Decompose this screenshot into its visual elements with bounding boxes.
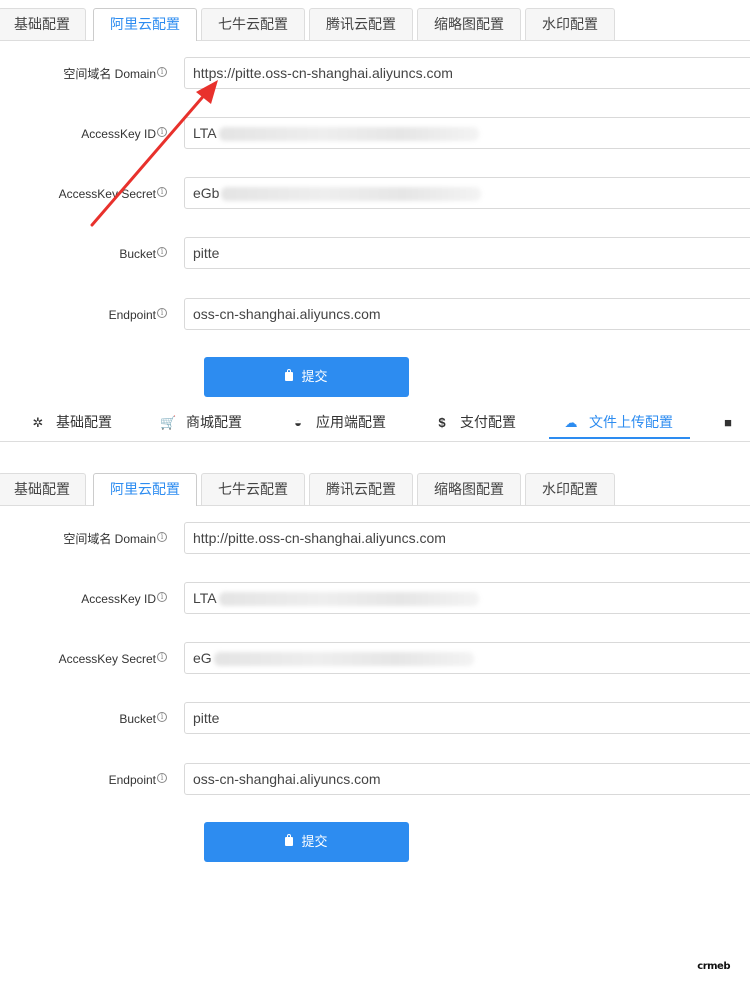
domain-row: 空间域名 Domain i http://pitte.oss-cn-shangh… [0, 522, 750, 554]
tab-qiniu-config[interactable]: 七牛云配置 [201, 473, 305, 505]
nav-file-upload-config[interactable]: ☁ 文件上传配置 [549, 405, 690, 439]
endpoint-row: Endpoint i oss-cn-shanghai.aliyuncs.com [0, 298, 750, 330]
redacted-blur [221, 187, 482, 202]
access-key-secret-label: AccessKey Secret [58, 187, 156, 201]
bucket-input[interactable]: pitte [184, 702, 750, 734]
redacted-blur [218, 127, 479, 142]
nav-mall-config[interactable]: 🛒 商城配置 [160, 405, 242, 439]
tab-basic-config[interactable]: 基础配置 [0, 8, 86, 40]
submit-label: 提交 [301, 369, 328, 384]
access-key-secret-input[interactable]: eG [184, 642, 750, 674]
domain-input[interactable]: https://pitte.oss-cn-shanghai.aliyuncs.c… [184, 57, 750, 89]
bucket-row: Bucket i pitte [0, 237, 750, 269]
endpoint-input[interactable]: oss-cn-shanghai.aliyuncs.com [184, 298, 750, 330]
access-key-secret-row: AccessKey Secret i eGb [0, 177, 750, 209]
nav-payment-config[interactable]: $ 支付配置 [434, 405, 516, 439]
tab-watermark-config[interactable]: 水印配置 [525, 473, 615, 505]
submit-button[interactable]: 提交 [204, 822, 409, 862]
endpoint-label: Endpoint [108, 308, 156, 322]
submit-label: 提交 [301, 834, 328, 849]
access-key-id-input[interactable]: LTA [184, 117, 750, 149]
info-icon[interactable]: i [157, 532, 167, 542]
nav-more-config[interactable]: ■ [720, 405, 746, 439]
nav-label: 文件上传配置 [589, 414, 673, 430]
endpoint-label: Endpoint [108, 773, 156, 787]
tab-thumbnail-config[interactable]: 缩略图配置 [417, 8, 521, 40]
access-key-id-value: LTA [193, 590, 217, 606]
nav-app-config[interactable]: ◒ 应用端配置 [290, 405, 386, 439]
top-config-panel: 基础配置 阿里云配置 七牛云配置 腾讯云配置 缩略图配置 水印配置 空间域名 D… [0, 0, 750, 400]
bucket-row: Bucket i pitte [0, 702, 750, 734]
lock-icon [285, 834, 294, 847]
dollar-icon: $ [438, 415, 446, 430]
access-key-id-value: LTA [193, 125, 217, 141]
gear-icon: ✲ [32, 415, 44, 430]
storage-tabs: 基础配置 阿里云配置 七牛云配置 腾讯云配置 缩略图配置 水印配置 [0, 8, 750, 41]
cloud-upload-icon: ☁ [564, 415, 578, 430]
crmeb-watermark: crmeb [697, 961, 730, 972]
bottom-config-panel: 基础配置 阿里云配置 七牛云配置 腾讯云配置 缩略图配置 水印配置 空间域名 D… [0, 465, 750, 885]
endpoint-row: Endpoint i oss-cn-shanghai.aliyuncs.com [0, 763, 750, 795]
bucket-input[interactable]: pitte [184, 237, 750, 269]
nav-basic-config[interactable]: ✲ 基础配置 [30, 405, 112, 439]
access-key-secret-row: AccessKey Secret i eG [0, 642, 750, 674]
tab-tencent-config[interactable]: 腾讯云配置 [309, 473, 413, 505]
lock-icon [285, 369, 294, 382]
tab-aliyun-config[interactable]: 阿里云配置 [93, 473, 197, 506]
domain-row: 空间域名 Domain i https://pitte.oss-cn-shang… [0, 57, 750, 89]
access-key-secret-label: AccessKey Secret [58, 652, 156, 666]
access-key-secret-input[interactable]: eGb [184, 177, 750, 209]
tab-tencent-config[interactable]: 腾讯云配置 [309, 8, 413, 40]
access-key-id-label: AccessKey ID [81, 127, 156, 141]
info-icon[interactable]: i [157, 773, 167, 783]
domain-label: 空间域名 Domain [63, 532, 156, 546]
cart-icon: 🛒 [160, 415, 177, 430]
info-icon[interactable]: i [157, 308, 167, 318]
info-icon[interactable]: i [157, 187, 167, 197]
info-icon[interactable]: i [157, 652, 167, 662]
bucket-label: Bucket [119, 247, 156, 261]
chart-icon: ◒ [294, 415, 302, 430]
storage-tabs: 基础配置 阿里云配置 七牛云配置 腾讯云配置 缩略图配置 水印配置 [0, 473, 750, 506]
endpoint-input[interactable]: oss-cn-shanghai.aliyuncs.com [184, 763, 750, 795]
redacted-blur [213, 652, 474, 667]
access-key-id-row: AccessKey ID i LTA [0, 117, 750, 149]
settings-nav: ✲ 基础配置 🛒 商城配置 ◒ 应用端配置 $ 支付配置 ☁ 文件上传配置 ■ [0, 405, 750, 442]
info-icon[interactable]: i [157, 712, 167, 722]
info-icon[interactable]: i [157, 127, 167, 137]
nav-label: 应用端配置 [316, 414, 386, 430]
submit-button[interactable]: 提交 [204, 357, 409, 397]
tab-basic-config[interactable]: 基础配置 [0, 473, 86, 505]
info-icon[interactable]: i [157, 67, 167, 77]
access-key-id-row: AccessKey ID i LTA [0, 582, 750, 614]
access-key-secret-value: eG [193, 650, 212, 666]
nav-label: 基础配置 [56, 414, 112, 430]
nav-label: 支付配置 [460, 414, 516, 430]
domain-input[interactable]: http://pitte.oss-cn-shanghai.aliyuncs.co… [184, 522, 750, 554]
redacted-blur [218, 592, 479, 607]
nav-label: 商城配置 [186, 414, 242, 430]
briefcase-icon: ■ [724, 415, 732, 430]
info-icon[interactable]: i [157, 247, 167, 257]
domain-label: 空间域名 Domain [63, 67, 156, 81]
access-key-id-label: AccessKey ID [81, 592, 156, 606]
access-key-id-input[interactable]: LTA [184, 582, 750, 614]
bucket-label: Bucket [119, 712, 156, 726]
access-key-secret-value: eGb [193, 185, 220, 201]
tab-qiniu-config[interactable]: 七牛云配置 [201, 8, 305, 40]
tab-thumbnail-config[interactable]: 缩略图配置 [417, 473, 521, 505]
info-icon[interactable]: i [157, 592, 167, 602]
tab-aliyun-config[interactable]: 阿里云配置 [93, 8, 197, 41]
tab-watermark-config[interactable]: 水印配置 [525, 8, 615, 40]
